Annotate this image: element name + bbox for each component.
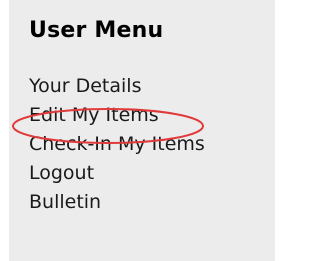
menu-item-check-in-my-items-link[interactable]: Check-In My Items [29,133,205,155]
user-menu-panel: User Menu Your Details Edit My Items Che… [9,0,275,261]
menu-item-check-in-my-items[interactable]: Check-In My Items [29,130,205,159]
menu-item-your-details[interactable]: Your Details [29,72,205,101]
menu-item-bulletin-link[interactable]: Bulletin [29,191,101,213]
menu-item-bulletin[interactable]: Bulletin [29,188,205,217]
menu-item-edit-my-items[interactable]: Edit My Items [29,101,205,130]
menu-item-your-details-link[interactable]: Your Details [29,75,141,97]
menu-item-logout[interactable]: Logout [29,159,205,188]
menu-item-edit-my-items-link[interactable]: Edit My Items [29,104,159,126]
menu-item-logout-link[interactable]: Logout [29,162,94,184]
user-menu-title: User Menu [29,18,164,43]
user-menu-list: Your Details Edit My Items Check-In My I… [29,72,205,217]
